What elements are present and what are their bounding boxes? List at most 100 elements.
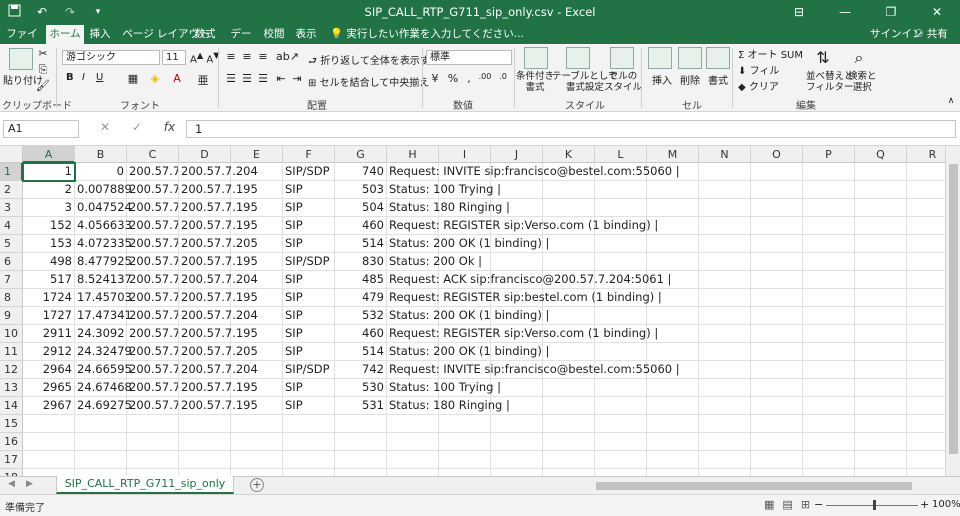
cell-h10[interactable]: Request: REGISTER sip:Verso.com (1 bindi… xyxy=(387,325,658,343)
cell-a12[interactable]: 2964 xyxy=(23,361,75,379)
cell-c4[interactable]: 200.57.7.2 xyxy=(127,217,179,235)
cell-b7[interactable]: 8.524137 xyxy=(75,271,132,289)
column-header-q[interactable]: Q xyxy=(855,146,907,163)
paste-icon[interactable] xyxy=(9,48,33,70)
share-button[interactable]: ⚇ 共有 xyxy=(914,25,948,44)
row-header[interactable]: 5 xyxy=(0,235,23,253)
cell-h13[interactable]: Status: 100 Trying | xyxy=(387,379,501,397)
cell-c10[interactable]: 200.57.7.2 xyxy=(127,325,179,343)
formula-input[interactable]: 1 xyxy=(186,120,956,138)
cell-d11[interactable]: 200.57.7.205 xyxy=(179,343,258,361)
column-header-m[interactable]: M xyxy=(647,146,699,163)
column-header-h[interactable]: H xyxy=(387,146,439,163)
cell-f13[interactable]: SIP xyxy=(283,379,335,397)
wrap-text-button[interactable]: ⮐ 折り返して全体を表示する xyxy=(308,52,440,71)
cell-c7[interactable]: 200.57.7.1 xyxy=(127,271,179,289)
cell-b11[interactable]: 24.32479 xyxy=(75,343,132,361)
align-center-icon[interactable]: ☰ xyxy=(240,72,254,85)
cell-c13[interactable]: 200.57.7.2 xyxy=(127,379,179,397)
fill-color-icon[interactable]: ◈ xyxy=(148,72,162,85)
phonetic-icon[interactable]: 亜 xyxy=(196,72,210,88)
cell-g7[interactable]: 485 xyxy=(335,271,387,289)
insert-function-icon[interactable]: fx xyxy=(164,120,175,134)
cell-c9[interactable]: 200.57.7.1 xyxy=(127,307,179,325)
vertical-scrollbar[interactable] xyxy=(945,146,960,476)
vertical-scroll-thumb[interactable] xyxy=(949,164,958,454)
delete-cells-button[interactable]: 削除 xyxy=(680,72,700,87)
increase-indent-icon[interactable]: ⇥ xyxy=(290,72,304,85)
row-header[interactable]: 7 xyxy=(0,271,23,289)
column-header-b[interactable]: B xyxy=(75,146,127,163)
zoom-slider[interactable] xyxy=(826,505,918,506)
align-right-icon[interactable]: ☰ xyxy=(256,72,270,85)
cell-a5[interactable]: 153 xyxy=(23,235,75,253)
column-header-a[interactable]: A xyxy=(23,146,75,163)
horizontal-scrollbar[interactable] xyxy=(584,480,944,492)
row-header[interactable]: 15 xyxy=(0,415,23,433)
cell-c11[interactable]: 200.57.7.1 xyxy=(127,343,179,361)
cell-h9[interactable]: Status: 200 OK (1 binding) | xyxy=(387,307,549,325)
cell-d10[interactable]: 200.57.7.195 xyxy=(179,325,258,343)
cell-b5[interactable]: 4.072335 xyxy=(75,235,132,253)
cell-f2[interactable]: SIP xyxy=(283,181,335,199)
cancel-icon[interactable]: ✕ xyxy=(100,120,110,134)
cell-d9[interactable]: 200.57.7.204 xyxy=(179,307,258,325)
horizontal-scroll-thumb[interactable] xyxy=(596,482,912,490)
cell-g11[interactable]: 514 xyxy=(335,343,387,361)
cell-f12[interactable]: SIP/SDP xyxy=(283,361,335,379)
column-header-g[interactable]: G xyxy=(335,146,387,163)
fill-button[interactable]: ⬇ フィル xyxy=(738,62,779,77)
comma-icon[interactable]: , xyxy=(462,72,476,85)
cell-f8[interactable]: SIP xyxy=(283,289,335,307)
cell-d7[interactable]: 200.57.7.204 xyxy=(179,271,258,289)
enter-icon[interactable]: ✓ xyxy=(132,120,142,134)
cell-f9[interactable]: SIP xyxy=(283,307,335,325)
italic-button[interactable]: I xyxy=(82,72,85,83)
select-all-corner[interactable] xyxy=(0,146,23,163)
row-header[interactable]: 12 xyxy=(0,361,23,379)
add-sheet-icon[interactable]: + xyxy=(250,478,264,492)
font-size-select[interactable]: 11 xyxy=(162,50,186,65)
cell-b4[interactable]: 4.056633 xyxy=(75,217,132,235)
cell-f1[interactable]: SIP/SDP xyxy=(283,163,335,181)
row-header[interactable]: 3 xyxy=(0,199,23,217)
align-middle-icon[interactable]: ≡ xyxy=(240,50,254,63)
tab-review[interactable]: 校閲 xyxy=(262,25,286,44)
cell-h2[interactable]: Status: 100 Trying | xyxy=(387,181,501,199)
cell-d12[interactable]: 200.57.7.204 xyxy=(179,361,258,379)
cell-f10[interactable]: SIP xyxy=(283,325,335,343)
page-break-view-icon[interactable]: ⊞ xyxy=(801,498,810,511)
format-painter-icon[interactable]: 🖌 xyxy=(36,79,50,92)
cell-g3[interactable]: 504 xyxy=(335,199,387,217)
cell-h1[interactable]: Request: INVITE sip:francisco@bestel.com… xyxy=(387,163,680,181)
border-icon[interactable]: ▦ xyxy=(126,72,140,85)
cell-g14[interactable]: 531 xyxy=(335,397,387,415)
cell-b10[interactable]: 24.3092 xyxy=(75,325,127,343)
cell-b1[interactable]: 0 xyxy=(75,163,127,181)
copy-icon[interactable]: ⎘ xyxy=(36,63,50,77)
format-as-table-icon[interactable] xyxy=(566,47,590,69)
zoom-level[interactable]: 100% xyxy=(932,499,960,510)
cell-c3[interactable]: 200.57.7.2 xyxy=(127,199,179,217)
format-cells-icon[interactable] xyxy=(706,47,730,69)
cell-b3[interactable]: 0.047524 xyxy=(75,199,132,217)
column-header-d[interactable]: D xyxy=(179,146,231,163)
cell-h7[interactable]: Request: ACK sip:francisco@200.57.7.204:… xyxy=(387,271,671,289)
tab-view[interactable]: 表示 xyxy=(293,25,319,44)
row-header[interactable]: 17 xyxy=(0,451,23,469)
row-header[interactable]: 11 xyxy=(0,343,23,361)
cell-h6[interactable]: Status: 200 Ok | xyxy=(387,253,482,271)
cell-a4[interactable]: 152 xyxy=(23,217,75,235)
column-header-e[interactable]: E xyxy=(231,146,283,163)
row-header[interactable]: 16 xyxy=(0,433,23,451)
tab-home[interactable]: ホーム xyxy=(46,25,84,44)
cell-c14[interactable]: 200.57.7.2 xyxy=(127,397,179,415)
cell-d4[interactable]: 200.57.7.195 xyxy=(179,217,258,235)
restore-button[interactable]: ❐ xyxy=(868,0,914,25)
tab-file[interactable]: ファイル xyxy=(4,25,40,59)
cell-b14[interactable]: 24.69275 xyxy=(75,397,132,415)
underline-button[interactable]: U xyxy=(96,72,103,83)
align-left-icon[interactable]: ☰ xyxy=(224,72,238,85)
delete-cells-icon[interactable] xyxy=(678,47,702,69)
cell-c2[interactable]: 200.57.7.2 xyxy=(127,181,179,199)
